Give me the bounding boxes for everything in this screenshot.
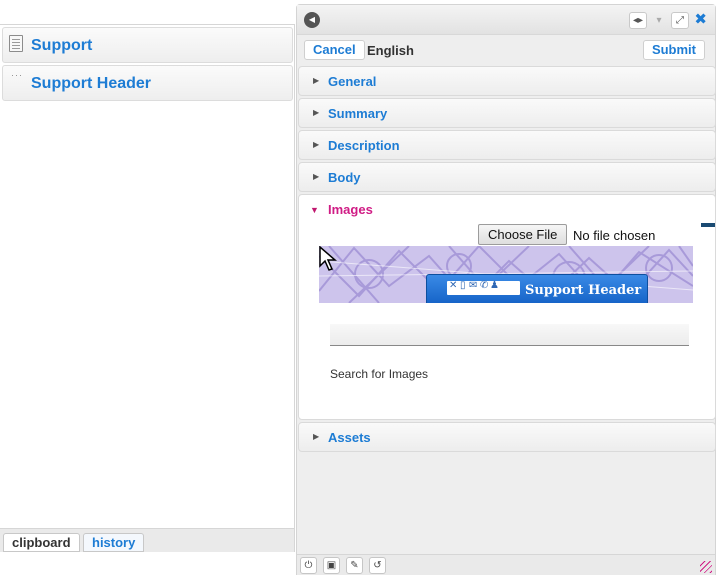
header-image-preview: ✕ ▯ ✉ ✆ ♟ Support Header [319,246,693,303]
section-images: ▼ Images Choose File No file chosen ✕ ▯ … [298,194,716,420]
section-title[interactable]: Images [328,202,373,217]
tree-item-support-header[interactable]: ··· Support Header [2,65,293,101]
chevron-right-icon: ▶ [313,108,320,117]
editor-bottom-bar: ⏻ ▣ ✎ ↺ [297,554,715,575]
chevron-right-icon: ▶ [313,172,320,181]
support-header-image[interactable]: ✕ ▯ ✉ ✆ ♟ Support Header [426,274,648,303]
header-image-text: Support Header [525,283,642,298]
editor-title-bar: ◀ ◂▸ ▾ ⤢ ✖ [297,5,715,35]
lock-icon[interactable]: ▣ [323,557,340,574]
section-title: Description [328,138,400,153]
chevron-right-icon: ▶ [313,140,320,149]
dots-icon: ··· [11,70,23,80]
resize-grip-icon[interactable] [700,561,712,573]
contact-icons: ✕ ▯ ✉ ✆ ♟ [447,280,520,295]
fullscreen-icon[interactable]: ⤢ [671,12,689,29]
close-icon[interactable]: ✖ [694,11,707,28]
section-title: General [328,74,377,89]
submit-button[interactable]: Submit [642,40,705,60]
tab-history[interactable]: history [83,533,145,552]
editor-action-bar: Cancel English Submit [297,36,715,66]
left-bottom-bar: clipboard history [0,528,295,552]
document-icon: ▯ [460,280,466,291]
pin-icon[interactable]: ▾ [650,12,668,29]
tab-clipboard[interactable]: clipboard [3,533,80,552]
choose-file-button[interactable]: Choose File [478,224,568,245]
cancel-button[interactable]: Cancel [304,40,365,60]
edit-icon[interactable]: ✎ [346,557,363,574]
person-icon: ♟ [490,280,499,291]
chevron-right-icon: ▶ [313,76,320,85]
expand-horizontal-icon[interactable]: ◂▸ [629,12,647,29]
chevron-down-icon[interactable]: ▼ [310,205,319,215]
tree-item-support[interactable]: Support [2,27,293,63]
section-summary[interactable]: ▶ Summary [298,98,716,128]
power-icon[interactable]: ⏻ [300,557,317,574]
tree-item-label: Support [31,37,93,54]
close-icon: ✕ [449,280,458,291]
section-title: Assets [328,430,371,445]
section-general[interactable]: ▶ General [298,66,716,96]
file-status: No file chosen [573,228,656,243]
back-icon[interactable]: ◀ [304,12,320,28]
section-description[interactable]: ▶ Description [298,130,716,160]
phone-icon: ✆ [480,280,489,291]
section-title: Summary [328,106,388,121]
section-body[interactable]: ▶ Body [298,162,716,192]
scroll-marker [701,223,715,227]
tree-item-label: Support Header [31,75,152,92]
search-label: Search for Images [330,367,429,381]
mouse-cursor-icon [319,246,337,271]
chevron-right-icon: ▶ [313,432,320,441]
editor-panel: ◀ ◂▸ ▾ ⤢ ✖ Cancel English Submit ▶ Gener… [296,4,716,575]
image-search-input[interactable] [330,324,689,346]
section-title: Body [328,170,361,185]
section-assets[interactable]: ▶ Assets [298,422,716,452]
document-icon [9,35,23,52]
undo-icon[interactable]: ↺ [369,557,386,574]
mail-icon: ✉ [469,280,478,291]
language-label: English [367,43,414,58]
content-tree-panel: Support ··· Support Header [0,24,295,552]
